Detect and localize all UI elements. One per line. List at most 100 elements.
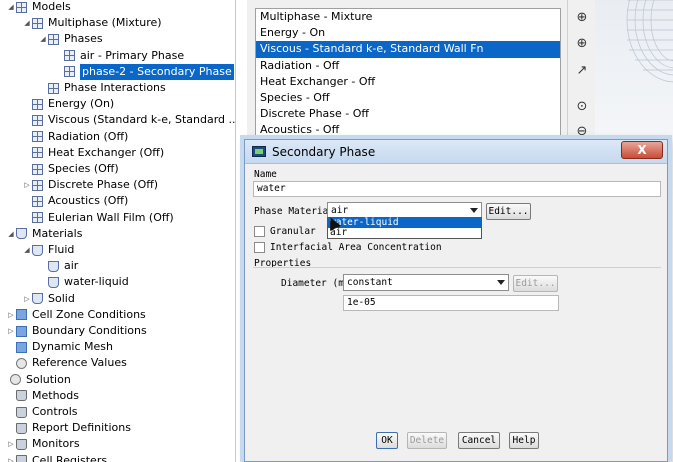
- tree-item[interactable]: ◢ Phases: [38, 31, 102, 47]
- grid-icon: [32, 212, 43, 224]
- flask-icon: [48, 276, 59, 288]
- models-list-item[interactable]: Acoustics - Off: [256, 122, 560, 138]
- tree-item[interactable]: Radiation (Off): [22, 129, 128, 145]
- tree-item[interactable]: Eulerian Wall Film (Off): [22, 210, 174, 226]
- close-button[interactable]: X: [621, 141, 663, 159]
- tree-item-label: Materials: [32, 226, 83, 240]
- tree-item[interactable]: Acoustics (Off): [22, 193, 128, 209]
- collapse-triangle-icon[interactable]: ◢: [6, 0, 16, 15]
- dropdown-option-water-liquid[interactable]: water-liquid: [328, 218, 481, 228]
- diameter-value-input[interactable]: 1e-05: [343, 295, 559, 311]
- models-list-item[interactable]: Energy - On: [256, 25, 560, 41]
- models-list-item[interactable]: Discrete Phase - Off: [256, 106, 560, 122]
- grid-icon: [64, 50, 75, 62]
- tree-item[interactable]: Energy (On): [22, 96, 114, 112]
- phase-material-value: air: [331, 205, 349, 216]
- tree-item[interactable]: ▷ Cell Zone Conditions: [6, 307, 146, 323]
- tree-item[interactable]: ▷ Discrete Phase (Off): [22, 177, 158, 193]
- collapse-triangle-icon[interactable]: ◢: [38, 31, 48, 47]
- grid-icon: [32, 17, 43, 29]
- name-input[interactable]: water: [253, 181, 661, 197]
- models-panel: Multiphase - Mixture Energy - On Viscous -…: [247, 0, 567, 143]
- granular-checkbox[interactable]: [254, 226, 265, 237]
- tree-item[interactable]: Heat Exchanger (Off): [22, 145, 164, 161]
- dialog-title: Secondary Phase: [272, 145, 376, 159]
- tree-item[interactable]: ▷ Solid: [22, 291, 75, 307]
- delete-button[interactable]: Delete: [407, 432, 447, 449]
- tree-item[interactable]: water-liquid: [38, 274, 129, 290]
- tree-item-label: water-liquid: [64, 275, 129, 289]
- tree-item[interactable]: ◢ Multiphase (Mixture): [22, 15, 161, 31]
- tree-item[interactable]: Controls: [6, 404, 78, 420]
- tree-item[interactable]: air - Primary Phase: [54, 48, 184, 64]
- tree-item-label: air: [64, 259, 79, 273]
- tree-item-label: Monitors: [32, 437, 80, 451]
- models-list-item[interactable]: Viscous - Standard k-e, Standard Wall Fn: [256, 41, 560, 58]
- expand-triangle-icon[interactable]: ▷: [6, 453, 16, 462]
- models-list-item[interactable]: Radiation - Off: [256, 58, 560, 74]
- tree-item[interactable]: ◢ Materials: [6, 226, 82, 242]
- flask-icon: [48, 260, 59, 272]
- expand-triangle-icon[interactable]: ▷: [6, 323, 16, 339]
- tree-item[interactable]: Report Definitions: [6, 420, 131, 436]
- tree-item-label: Discrete Phase (Off): [48, 178, 159, 192]
- tree-item[interactable]: Solution: [0, 372, 71, 388]
- tree-item[interactable]: Methods: [6, 388, 79, 404]
- tree-item-label: Cell Zone Conditions: [32, 307, 146, 321]
- tree-item-label: Phase Interactions: [64, 81, 166, 94]
- grid-icon: [32, 98, 43, 110]
- expand-triangle-icon[interactable]: ▷: [22, 177, 32, 193]
- interfacial-area-checkbox[interactable]: [254, 242, 265, 253]
- grid-icon: [64, 66, 75, 78]
- tree-item-label: Reference Values: [32, 356, 127, 370]
- tree-item[interactable]: Species (Off): [22, 161, 119, 177]
- tree-item[interactable]: ▷ Boundary Conditions: [6, 323, 146, 339]
- tree-item[interactable]: Phase Interactions: [38, 80, 166, 96]
- zoom-box-icon[interactable]: ⊙: [574, 99, 590, 115]
- beaker-icon: [16, 390, 27, 402]
- tree-item[interactable]: ◢ Models: [6, 0, 70, 15]
- models-list-item[interactable]: Heat Exchanger - Off: [256, 74, 560, 90]
- tree-item-label: Report Definitions: [32, 421, 131, 435]
- flask-icon: [32, 293, 43, 305]
- dropdown-option-air[interactable]: air: [328, 228, 481, 238]
- tree-item[interactable]: Reference Values: [6, 355, 127, 371]
- models-list-item[interactable]: Multiphase - Mixture: [256, 9, 560, 25]
- zoom-fit-icon[interactable]: ⊕: [574, 10, 590, 26]
- collapse-triangle-icon[interactable]: ◢: [22, 242, 32, 258]
- mesh-geometry: [626, 0, 673, 83]
- tree-item[interactable]: air: [38, 258, 78, 274]
- tree-item-label: Species (Off): [48, 162, 119, 175]
- help-button[interactable]: Help: [509, 432, 539, 449]
- dialog-titlebar[interactable]: Secondary Phase X: [245, 140, 667, 164]
- expand-triangle-icon[interactable]: ▷: [22, 291, 32, 307]
- tree-item[interactable]: phase-2 - Secondary Phase: [54, 63, 234, 80]
- ok-button[interactable]: OK: [376, 432, 398, 449]
- grid-icon: [16, 1, 27, 13]
- tree-item[interactable]: ◢ Fluid: [22, 242, 74, 258]
- grid-icon: [32, 195, 43, 207]
- gear-icon: [10, 374, 21, 386]
- phase-material-edit-button[interactable]: Edit...: [486, 203, 531, 220]
- expand-triangle-icon[interactable]: ▷: [6, 307, 16, 323]
- probe-icon[interactable]: ↗: [574, 63, 590, 79]
- diameter-edit-button[interactable]: Edit...: [513, 275, 558, 292]
- gear-icon: [16, 357, 27, 369]
- tree-item[interactable]: Dynamic Mesh: [6, 339, 113, 355]
- diameter-method-select[interactable]: constant: [343, 274, 509, 291]
- cancel-button[interactable]: Cancel: [458, 432, 500, 449]
- models-list[interactable]: Multiphase - Mixture Energy - On Viscous -…: [255, 8, 561, 143]
- expand-triangle-icon[interactable]: ▷: [6, 436, 16, 452]
- collapse-triangle-icon[interactable]: ◢: [22, 15, 32, 31]
- tree-item[interactable]: ▷ Monitors: [6, 436, 80, 452]
- granular-label: Granular: [270, 226, 316, 237]
- zoom-in-icon[interactable]: ⊕: [574, 36, 590, 52]
- tree-item[interactable]: ▷ Cell Registers: [6, 453, 107, 462]
- collapse-triangle-icon[interactable]: ◢: [6, 226, 16, 242]
- tree-item-label: Radiation (Off): [48, 129, 129, 143]
- phase-material-dropdown[interactable]: water-liquid air: [327, 217, 482, 239]
- zoom-out-icon[interactable]: ⊖: [574, 124, 590, 140]
- models-list-item[interactable]: Species - Off: [256, 90, 560, 106]
- tree-item[interactable]: Viscous (Standard k-e, Standard ...: [22, 112, 235, 128]
- chevron-down-icon: [470, 208, 478, 213]
